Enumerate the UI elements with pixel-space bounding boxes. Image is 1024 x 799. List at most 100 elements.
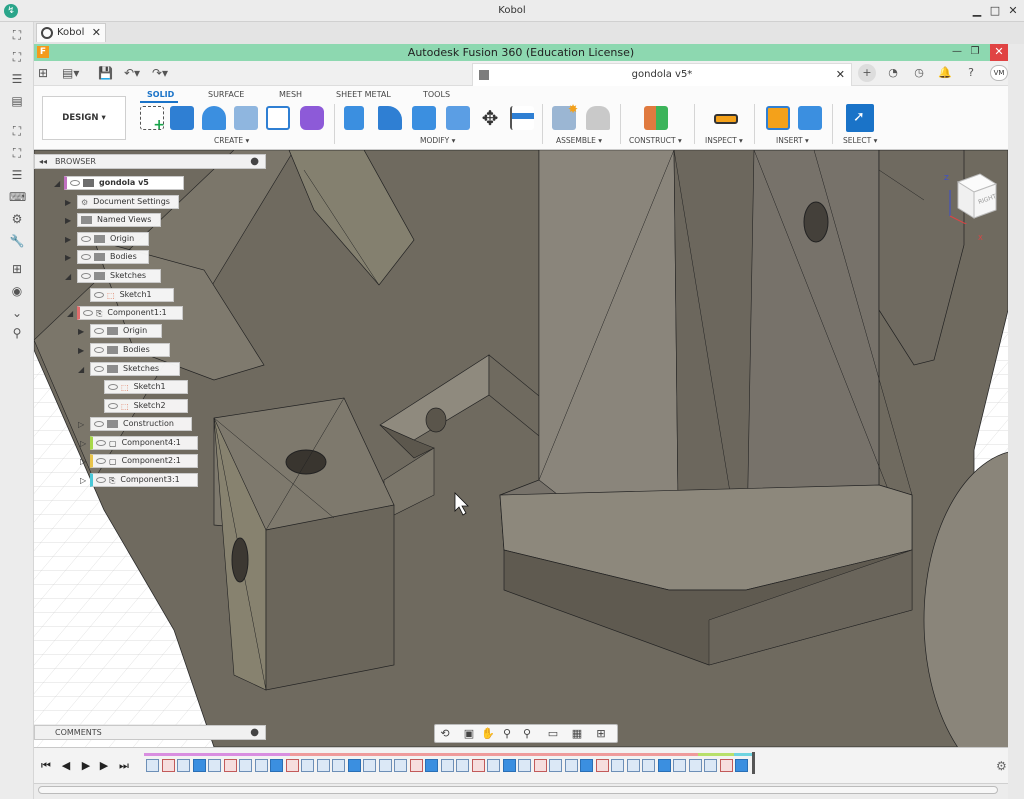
chevron-down-icon[interactable]: ⌄ [9, 306, 25, 320]
timeline-settings-icon[interactable]: ⚙ [996, 759, 1007, 773]
session-tab-close-icon[interactable]: ✕ [92, 24, 101, 42]
tree-node-origin[interactable]: ▶ Origin [65, 232, 149, 246]
tree-node-origin[interactable]: ▶ Origin [78, 324, 162, 338]
viewports-icon[interactable]: ⊞ [594, 727, 608, 740]
browser-pin-icon[interactable]: ● [250, 155, 259, 168]
construct-group-label[interactable]: CONSTRUCT ▾ [629, 136, 682, 145]
undo-icon[interactable]: ↶▾ [124, 66, 140, 80]
step-back-button[interactable]: ◀ [60, 759, 72, 773]
visibility-icon[interactable] [108, 384, 118, 390]
view-cube[interactable]: RIGHT Z X [944, 170, 998, 242]
timeline-marker[interactable] [752, 752, 755, 774]
fusion-close-button[interactable]: ✕ [990, 44, 1008, 61]
expand-arrow-icon[interactable]: ▶ [65, 197, 71, 209]
timeline-feature-icon[interactable] [735, 759, 748, 772]
expand-arrow-icon[interactable]: ▷ [80, 475, 86, 487]
avatar[interactable]: VM [990, 65, 1008, 81]
document-close-icon[interactable]: ✕ [836, 68, 845, 81]
expand-arrow-icon[interactable]: ▶ [65, 252, 71, 264]
timeline-feature-icon[interactable] [193, 759, 206, 772]
expand-arrow-icon[interactable]: ◢ [67, 308, 73, 320]
expand-arrow-icon[interactable]: ◢ [78, 364, 84, 376]
tab-surface[interactable]: SURFACE [208, 90, 244, 99]
chamfer-icon[interactable] [412, 106, 436, 130]
job-status-icon[interactable]: ◷ [910, 64, 928, 82]
look-at-icon[interactable]: ▣ [462, 727, 476, 740]
select-icon[interactable]: ➚ [846, 104, 874, 132]
save-icon[interactable]: 💾 [98, 66, 113, 80]
timeline-feature-icon[interactable] [596, 759, 609, 772]
go-to-start-button[interactable]: ⏮ [40, 759, 52, 773]
tab-solid[interactable]: SOLID [147, 90, 174, 99]
comments-panel[interactable]: COMMENTS ● [34, 725, 266, 740]
visibility-icon[interactable] [81, 273, 91, 279]
windows-icon[interactable]: ▤ [9, 94, 25, 108]
settings-icon[interactable]: ⚙ [9, 212, 25, 226]
collapse-browser-icon[interactable]: ◂◂ [39, 155, 47, 168]
fit-icon[interactable]: ⚲ [520, 727, 534, 740]
link-icon[interactable]: ⚲ [9, 326, 25, 340]
visibility-icon[interactable] [94, 292, 104, 298]
timeline-feature-icon[interactable] [689, 759, 702, 772]
select-group-label[interactable]: SELECT ▾ [843, 136, 877, 145]
menu-icon[interactable]: ☰ [9, 72, 25, 86]
timeline-feature-icon[interactable] [642, 759, 655, 772]
step-forward-button[interactable]: ▶ [98, 759, 110, 773]
timeline-feature-icon[interactable] [348, 759, 361, 772]
visibility-icon[interactable] [96, 477, 106, 483]
tree-node-sketches[interactable]: ◢ Sketches [78, 362, 180, 376]
tab-mesh[interactable]: MESH [279, 90, 302, 99]
visibility-icon[interactable] [96, 440, 106, 446]
display-settings-icon[interactable]: ▭ [546, 727, 560, 740]
timeline-feature-icon[interactable] [239, 759, 252, 772]
timeline-feature-icon[interactable] [658, 759, 671, 772]
list-icon[interactable]: ☰ [9, 168, 25, 182]
tab-sheet-metal[interactable]: SHEET METAL [336, 90, 391, 99]
timeline-feature-icon[interactable] [580, 759, 593, 772]
fusion-restore-button[interactable]: ❐ [968, 46, 982, 58]
horizontal-scrollbar[interactable] [38, 786, 998, 794]
zoom-icon[interactable]: ⚲ [500, 727, 514, 740]
create-form-icon[interactable] [300, 106, 324, 130]
tree-node-component4[interactable]: ▷ ▢ Component4:1 [80, 436, 198, 450]
timeline-feature-icon[interactable] [487, 759, 500, 772]
tree-node-component1[interactable]: ◢ ⎘ Component1:1 [67, 306, 183, 320]
shell-icon[interactable] [446, 106, 470, 130]
insert-image-icon[interactable] [798, 106, 822, 130]
tree-node-sketches[interactable]: ◢ Sketches [65, 269, 161, 283]
new-component-icon[interactable]: ✸ [552, 102, 578, 130]
create-group-label[interactable]: CREATE ▾ [214, 136, 249, 145]
visibility-icon[interactable] [81, 254, 91, 260]
workspace-switcher-button[interactable]: DESIGN ▾ [42, 96, 126, 140]
timeline-feature-icon[interactable] [177, 759, 190, 772]
timeline-feature-icon[interactable] [146, 759, 159, 772]
insert-derive-icon[interactable] [766, 106, 790, 130]
tab-tools[interactable]: TOOLS [423, 90, 450, 99]
visibility-icon[interactable] [94, 366, 104, 372]
go-to-end-button[interactable]: ⏭ [118, 759, 130, 773]
tree-node-named-views[interactable]: ▶ Named Views [65, 213, 161, 227]
expand-arrow-icon[interactable]: ◢ [65, 271, 71, 283]
visibility-icon[interactable] [70, 180, 80, 186]
visibility-icon[interactable] [94, 328, 104, 334]
measure-icon[interactable] [714, 114, 738, 124]
timeline-feature-icon[interactable] [270, 759, 283, 772]
data-panel-icon[interactable]: ⊞ [38, 66, 48, 80]
timeline-feature-icon[interactable] [332, 759, 345, 772]
visibility-icon[interactable] [81, 236, 91, 242]
modify-group-label[interactable]: MODIFY ▾ [420, 136, 455, 145]
timeline-feature-icon[interactable] [518, 759, 531, 772]
timeline-feature-icon[interactable] [720, 759, 733, 772]
visibility-icon[interactable] [83, 310, 93, 316]
extensions-icon[interactable]: ◔ [884, 64, 902, 82]
timeline-feature-icon[interactable] [224, 759, 237, 772]
browser-header[interactable]: ◂◂ BROWSER ● [34, 154, 266, 169]
tree-node-construction[interactable]: ▷ Construction [78, 417, 192, 431]
tree-node-sketch1[interactable]: ⬚ Sketch1 [90, 288, 174, 302]
expand-arrow-icon[interactable]: ▷ [80, 456, 86, 468]
comments-pin-icon[interactable]: ● [250, 726, 259, 739]
insert-group-label[interactable]: INSERT ▾ [776, 136, 809, 145]
maximize-button[interactable]: □ [988, 4, 1002, 18]
timeline-feature-icon[interactable] [425, 759, 438, 772]
window-close-button[interactable]: ✕ [1006, 4, 1020, 18]
